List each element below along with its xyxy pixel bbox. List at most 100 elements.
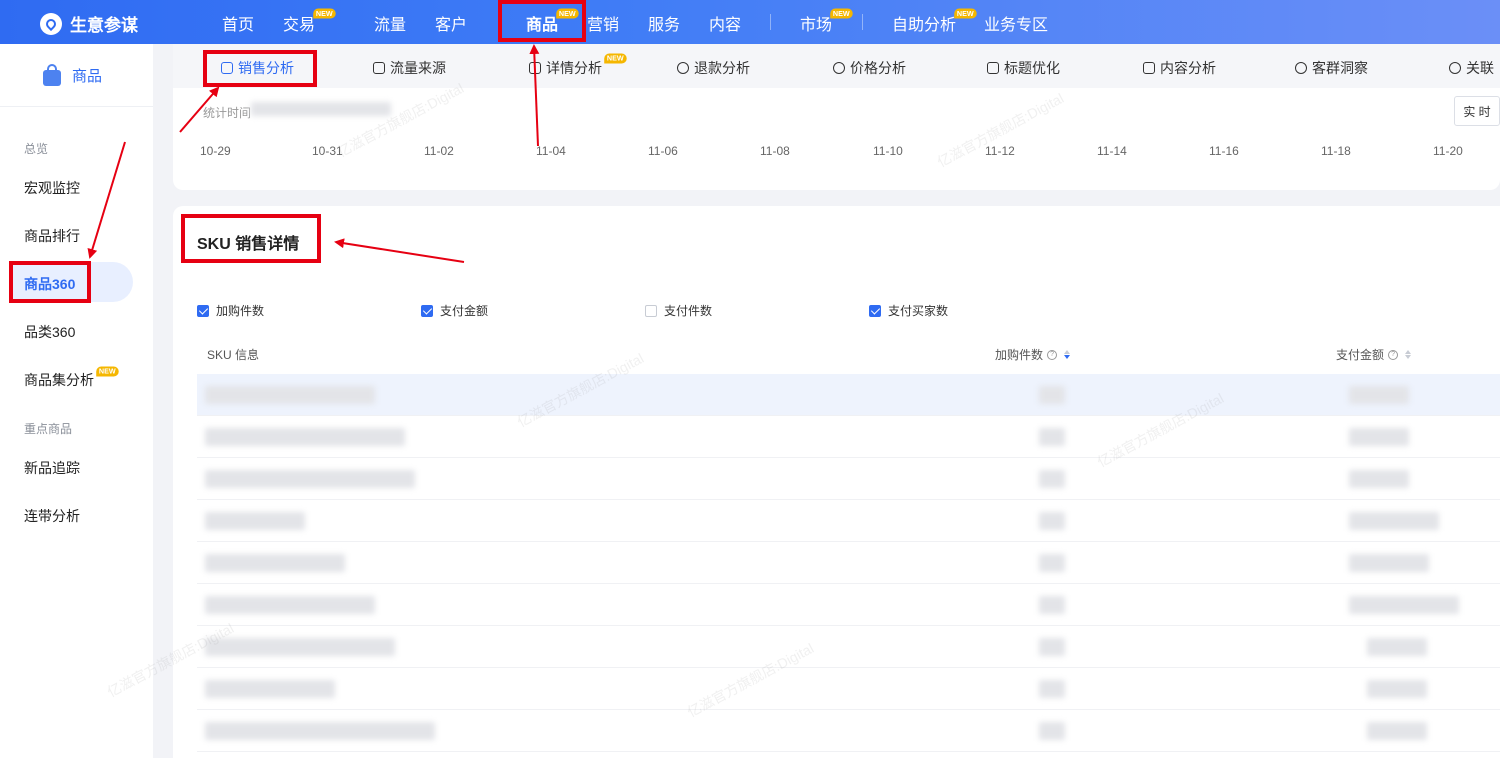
blurred-value — [1367, 638, 1427, 656]
sidebar-item-category-360[interactable]: 品类360 — [24, 322, 75, 342]
timeline-date[interactable]: 11-08 — [760, 144, 790, 158]
sidebar-divider — [0, 106, 153, 107]
checkbox-add-to-cart[interactable]: 加购件数 — [197, 302, 264, 319]
tab-refund-analysis[interactable]: 退款分析 — [677, 58, 750, 78]
blurred-sku-info — [205, 470, 415, 488]
table-row[interactable] — [197, 416, 1500, 458]
table-row[interactable] — [197, 500, 1500, 542]
annotation-box-product-360 — [9, 261, 91, 303]
sort-icon[interactable] — [1405, 350, 1412, 359]
blurred-value — [1349, 512, 1439, 530]
tab-detail-analysis[interactable]: 详情分析 NEW — [529, 53, 627, 78]
timeline-date[interactable]: 11-18 — [1321, 144, 1351, 158]
annotation-box-sku-title — [181, 214, 321, 263]
timeline-date[interactable]: 11-16 — [1209, 144, 1239, 158]
sidebar-item-new-product-tracking[interactable]: 新品追踪 — [24, 458, 80, 478]
realtime-button[interactable]: 实 时 — [1454, 96, 1500, 126]
blurred-value — [1039, 680, 1065, 698]
blurred-value — [1039, 386, 1065, 404]
tab-title-optimization[interactable]: 标题优化 — [987, 58, 1060, 78]
blurred-sku-info — [205, 554, 345, 572]
blurred-value — [1039, 512, 1065, 530]
timeline-date[interactable]: 11-14 — [1097, 144, 1127, 158]
column-header-add-to-cart[interactable]: 加购件数? — [995, 346, 1071, 363]
sidebar-item-bundle-analysis[interactable]: 连带分析 — [24, 506, 80, 526]
blurred-value — [1349, 470, 1409, 488]
blurred-value — [1039, 470, 1065, 488]
blurred-value — [1039, 554, 1065, 572]
timeline-date[interactable]: 11-20 — [1433, 144, 1463, 158]
checkbox-pay-buyers[interactable]: 支付买家数 — [869, 302, 948, 319]
tab-price-analysis[interactable]: 价格分析 — [833, 58, 906, 78]
blurred-value — [1349, 428, 1409, 446]
sidebar-item-product-ranking[interactable]: 商品排行 — [24, 226, 80, 246]
timeline-date[interactable]: 11-06 — [648, 144, 678, 158]
sku-sales-detail-card: SKU 销售详情 加购件数 支付金额 支付件数 支付买家数 SKU 信息 加购件… — [173, 206, 1500, 758]
table-row[interactable] — [197, 668, 1500, 710]
users-icon — [1295, 62, 1307, 74]
blurred-sku-info — [205, 596, 375, 614]
checkbox-icon — [645, 304, 657, 317]
blurred-value — [1039, 428, 1065, 446]
help-icon[interactable]: ? — [1388, 349, 1399, 360]
checkbox-icon — [421, 304, 433, 317]
blurred-value — [1039, 722, 1065, 740]
timeline-date[interactable]: 11-10 — [873, 144, 903, 158]
sidebar-group-key-products: 重点商品 — [24, 422, 73, 436]
nav-service[interactable]: 服务 — [648, 11, 680, 35]
link-icon — [1449, 62, 1461, 74]
nav-self-analysis[interactable]: 自助分析 NEW — [892, 8, 977, 35]
column-header-sku-info: SKU 信息 — [207, 348, 260, 362]
blurred-value — [1349, 386, 1409, 404]
tab-content-analysis[interactable]: 内容分析 — [1143, 58, 1216, 78]
column-header-pay-amount[interactable]: 支付金额? — [1336, 346, 1412, 363]
nav-traffic[interactable]: 流量 — [374, 11, 406, 35]
sidebar-item-macro-monitor[interactable]: 宏观监控 — [24, 178, 80, 198]
blurred-value — [1039, 596, 1065, 614]
app-logo[interactable]: 生意参谋 — [40, 11, 138, 36]
blurred-value — [1367, 680, 1427, 698]
new-badge: NEW — [96, 366, 119, 377]
price-icon — [833, 62, 845, 74]
new-badge: NEW — [604, 53, 627, 64]
sidebar-title: 商品 — [72, 67, 103, 85]
top-navbar: 生意参谋 首页 交易 NEW 流量 客户 商品 NEW 营销 服务 内容 市场 NEW… — [0, 0, 1500, 44]
tab-audience-insight[interactable]: 客群洞察 — [1295, 58, 1368, 78]
new-badge: NEW — [830, 8, 853, 19]
nav-business-zone[interactable]: 业务专区 — [984, 11, 1048, 35]
timeline-date[interactable]: 11-04 — [536, 144, 566, 158]
nav-market[interactable]: 市场 NEW — [800, 8, 853, 35]
timeline-date[interactable]: 11-02 — [424, 144, 454, 158]
table-row[interactable] — [197, 374, 1500, 416]
blurred-date-range — [251, 102, 391, 116]
timeline-date[interactable]: 10-29 — [200, 144, 231, 158]
tab-related[interactable]: 关联 — [1449, 58, 1494, 78]
checkbox-pay-items[interactable]: 支付件数 — [645, 302, 712, 319]
table-row[interactable] — [197, 542, 1500, 584]
nav-home[interactable]: 首页 — [222, 11, 254, 35]
nav-customer[interactable]: 客户 — [435, 11, 467, 35]
compass-icon — [40, 12, 62, 35]
nav-marketing[interactable]: 营销 — [587, 11, 619, 35]
blurred-value — [1367, 722, 1427, 740]
blurred-sku-info — [205, 722, 435, 740]
nav-trade[interactable]: 交易 NEW — [283, 8, 336, 35]
nav-content[interactable]: 内容 — [709, 11, 741, 35]
annotation-box-sales-analysis — [203, 50, 317, 87]
sort-icon[interactable] — [1064, 350, 1071, 359]
sidebar-header: 商品 — [40, 62, 102, 88]
checkbox-icon — [869, 304, 881, 317]
table-row[interactable] — [197, 626, 1500, 668]
sidebar: 商品 总览 宏观监控 商品排行 商品360 品类360 商品集分析 NEW 重点商… — [0, 44, 153, 758]
tab-traffic-source[interactable]: 流量来源 — [373, 58, 446, 78]
sidebar-item-product-set[interactable]: 商品集分析 NEW — [24, 366, 119, 390]
checkbox-pay-amount[interactable]: 支付金额 — [421, 302, 488, 319]
table-row[interactable] — [197, 458, 1500, 500]
blurred-sku-info — [205, 638, 395, 656]
help-icon[interactable]: ? — [1047, 349, 1058, 360]
table-row[interactable] — [197, 710, 1500, 752]
table-row[interactable] — [197, 584, 1500, 626]
title-icon — [987, 62, 999, 74]
blurred-value — [1349, 554, 1429, 572]
new-badge: NEW — [954, 8, 977, 19]
